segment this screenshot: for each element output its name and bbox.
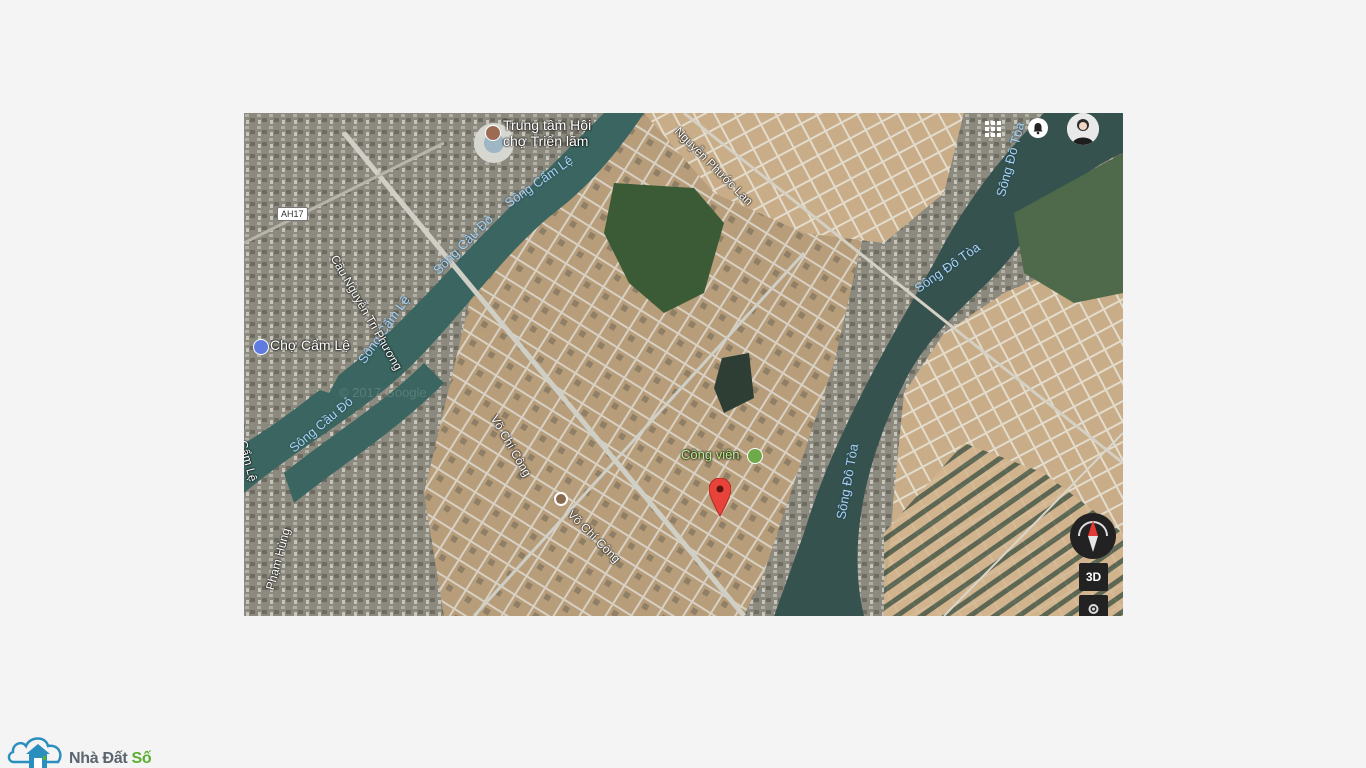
label-line-1: Trung tâm Hội (503, 117, 592, 133)
3d-toggle-button[interactable]: 3D (1079, 563, 1108, 591)
logo-text-part-2: Số (131, 750, 152, 767)
user-avatar[interactable] (1067, 113, 1099, 145)
map-watermark: © 2017 Google (339, 385, 427, 400)
landmark-icon[interactable] (485, 125, 501, 141)
label-line-2: chợ Triển lãm (503, 133, 589, 149)
label-cong-vien[interactable]: Công viên (681, 448, 740, 461)
satellite-imagery (244, 113, 1123, 616)
nha-dat-so-logo[interactable] (6, 732, 68, 768)
label-trung-tam-hoi-cho[interactable]: Trung tâm Hội chợ Triển lãm (503, 117, 591, 149)
location-pin-icon[interactable] (709, 478, 731, 518)
map-view[interactable]: © 2017 Google Trung tâm Hội chợ Triển lã… (244, 113, 1123, 616)
label-cho-cam-le[interactable]: Chợ Cẩm Lệ (270, 338, 350, 352)
place-marker-icon[interactable] (554, 492, 568, 506)
my-location-icon (1088, 604, 1099, 614)
logo-wordmark: Nhà Đất Số (69, 750, 152, 768)
logo-text-part-1: Nhà Đất (69, 750, 128, 767)
park-tree-icon[interactable] (747, 448, 763, 464)
shopping-cart-icon[interactable] (253, 339, 269, 355)
my-location-button[interactable] (1079, 595, 1108, 616)
compass-icon[interactable] (1069, 512, 1117, 560)
notification-bell-icon[interactable] (1028, 118, 1048, 138)
apps-grid-icon[interactable] (985, 121, 1001, 137)
highway-shield: AH17 (277, 207, 308, 221)
